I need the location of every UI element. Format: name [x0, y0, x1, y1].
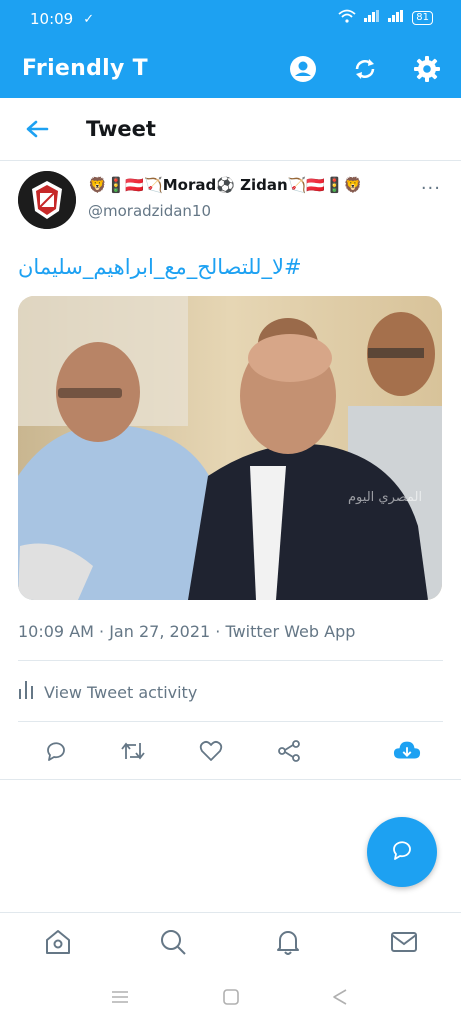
bottom-navigation	[0, 912, 461, 971]
photo-watermark: المصري اليوم	[348, 490, 422, 505]
view-activity-row[interactable]: View Tweet activity	[18, 681, 197, 703]
compose-reply-button[interactable]	[367, 817, 437, 887]
home-square-icon[interactable]	[219, 985, 243, 1009]
settings-icon[interactable]	[411, 53, 443, 85]
view-activity-label: View Tweet activity	[44, 682, 198, 702]
app-bar: Friendly T	[0, 38, 461, 98]
divider	[18, 721, 443, 722]
system-navigation	[0, 970, 461, 1024]
notifications-icon[interactable]	[273, 927, 303, 957]
tweet-meta: 10:09 AM · Jan 27, 2021 · Twitter Web Ap…	[18, 622, 356, 641]
signal-icon	[364, 10, 380, 25]
activity-bars-icon	[18, 681, 34, 703]
retweet-icon[interactable]	[119, 737, 147, 765]
share-icon[interactable]	[275, 737, 303, 765]
divider	[0, 779, 461, 780]
messages-icon[interactable]	[389, 927, 419, 957]
battery-icon: 81	[412, 10, 433, 25]
account-icon[interactable]	[287, 53, 319, 85]
back-triangle-icon[interactable]	[328, 985, 352, 1009]
page-title: Tweet	[86, 117, 156, 141]
like-icon[interactable]	[197, 737, 225, 765]
display-name[interactable]: 🦁🚦🇦🇹🏹Morad⚽ Zidan🏹🇦🇹🚦🦁	[88, 176, 398, 200]
more-options-icon[interactable]: ···	[421, 178, 441, 199]
reply-bubble-icon	[390, 838, 414, 866]
menu-icon[interactable]	[108, 985, 132, 1009]
avatar[interactable]	[18, 171, 76, 229]
status-time: 10:09	[30, 10, 74, 28]
reply-icon[interactable]	[42, 737, 70, 765]
wifi-icon	[338, 9, 356, 26]
status-icons: 81	[338, 9, 433, 26]
user-handle[interactable]: @moradzidan10	[88, 202, 211, 220]
status-bar: 10:09 ✓ 81	[0, 0, 461, 38]
tweet-photo[interactable]: المصري اليوم	[18, 296, 442, 600]
home-icon[interactable]	[43, 927, 73, 957]
checkmark-icon: ✓	[83, 11, 95, 27]
tweet-header: Tweet	[0, 98, 461, 161]
back-arrow-icon[interactable]	[22, 114, 52, 144]
tweet-actions	[0, 731, 461, 771]
search-icon[interactable]	[158, 927, 188, 957]
refresh-icon[interactable]	[349, 53, 381, 85]
app-title: Friendly T	[22, 55, 148, 81]
download-icon[interactable]	[393, 737, 421, 765]
divider	[18, 660, 443, 661]
tweet-text[interactable]: #لا_للتصالح_مع_ابراهيم_سليمان	[18, 255, 338, 279]
signal-icon-2	[388, 10, 404, 25]
